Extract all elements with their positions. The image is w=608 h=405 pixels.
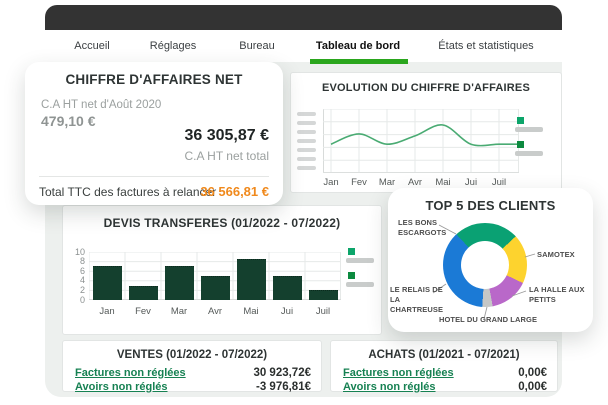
tab-tableau-de-bord[interactable]: Tableau de bord [316, 30, 400, 62]
chiffre-affaires-card: CHIFFRE D'AFFAIRES NET C.A HT net d'Août… [25, 62, 283, 205]
achats-card: ACHATS (01/2021 - 07/2021) Factures non … [330, 340, 558, 393]
avoirs-non-regles-link[interactable]: Avoirs non réglés [343, 381, 436, 393]
bar-avr [200, 276, 230, 300]
ca-month-label: C.A HT net d'Août 2020 [41, 99, 162, 111]
bar-jui [272, 276, 302, 300]
y-tick-label: 0 [79, 294, 85, 305]
tab-etats-et-statistiques[interactable]: États et statistiques [438, 30, 533, 62]
x-tick-label: Jui [464, 177, 478, 188]
card-title: VENTES (01/2022 - 07/2022) [116, 349, 268, 361]
active-tab-underline [310, 59, 408, 64]
evolution-card: EVOLUTION DU CHIFFRE D'AFFAIRES Jan Fev Ma… [290, 72, 562, 193]
client-label-samotex: SAMOTEX [537, 250, 575, 259]
evolution-legend [515, 117, 543, 165]
legend-redacted-text [515, 127, 543, 132]
divider [39, 176, 269, 177]
window-titlebar [45, 5, 562, 30]
legend-swatch [348, 248, 355, 255]
x-tick-label: Fev [351, 177, 367, 188]
evolution-line-chart [323, 109, 519, 173]
avoirs-non-regles-value: 0,00€ [518, 380, 547, 393]
legend-swatch [348, 272, 355, 279]
client-label-le-relais-de-la-chartreuse: LE RELAIS DE LA CHARTREUSE [390, 285, 444, 314]
legend-swatch [517, 141, 524, 148]
legend-redacted-text [515, 151, 543, 156]
factures-non-reglees-value: 0,00€ [518, 366, 547, 379]
legend-swatch [517, 117, 524, 124]
legend-item [515, 141, 543, 156]
ca-total-label: C.A HT net total [184, 149, 270, 163]
bar-jan [92, 266, 122, 300]
y-tick-label: 8 [79, 256, 85, 267]
factures-non-reglees-value: 30 923,72€ [253, 366, 311, 379]
relance-value: 36 566,81 € [200, 184, 269, 199]
achats-row: Factures non réglées 0,00€ [343, 366, 547, 379]
legend-item [346, 248, 374, 263]
card-title: EVOLUTION DU CHIFFRE D'AFFAIRES [321, 82, 531, 94]
achats-row: Avoirs non réglés 0,00€ [343, 380, 547, 393]
client-label-hotel-du-grand-large: HOTEL DU GRAND LARGE [438, 315, 538, 324]
bar-mai [236, 259, 266, 300]
card-title: DEVIS TRANSFERES (01/2022 - 07/2022) [103, 216, 341, 230]
relance-label: Total TTC des factures à relancer [39, 185, 217, 199]
client-label-la-halle-aux-petits: LA HALLE AUX PETITS [529, 285, 585, 304]
x-tick-label: Jan [99, 306, 115, 317]
card-title: CHIFFRE D'AFFAIRES NET [65, 72, 243, 87]
y-tick-label: 2 [79, 284, 85, 295]
x-tick-label: Mar [170, 306, 188, 317]
bar-juil [308, 290, 338, 300]
x-tick-label: Mai [435, 177, 451, 188]
x-tick-label: Jui [280, 306, 294, 317]
client-label-les-bons-escargots: LES BONS ESCARGOTS [398, 218, 447, 237]
legend-redacted-text [346, 258, 374, 263]
tab-bureau[interactable]: Bureau [239, 30, 274, 62]
ventes-row: Factures non réglées 30 923,72€ [75, 366, 311, 379]
x-tick-label: Avr [207, 306, 223, 317]
top5-clients-card: TOP 5 DES CLIENTS LES BONS ESCARGOTS SAM… [388, 188, 593, 332]
ventes-card: VENTES (01/2022 - 07/2022) Factures non … [62, 340, 322, 393]
devis-bar-chart [89, 252, 341, 300]
bar-fev [128, 285, 158, 300]
legend-redacted-text [346, 282, 374, 287]
ventes-row: Avoirs non réglés -3 976,81€ [75, 380, 311, 393]
factures-non-reglees-link[interactable]: Factures non réglées [75, 367, 186, 379]
bar-mar [164, 266, 194, 300]
bar-chart-y-axis: 10 8 6 4 2 0 [65, 247, 85, 304]
x-tick-label: Mar [378, 177, 396, 188]
bar-chart-x-labels: Jan Fev Mar Avr Mai Jui Juil [89, 306, 341, 317]
x-tick-label: Mai [243, 306, 259, 317]
y-axis-redacted-labels [297, 112, 316, 175]
x-tick-label: Jan [323, 177, 339, 188]
ca-total-value: 36 305,87 € [184, 127, 269, 144]
card-title: ACHATS (01/2021 - 07/2021) [368, 349, 520, 361]
x-tick-label: Fev [135, 306, 151, 317]
legend-item [346, 272, 374, 287]
devis-transferes-card: DEVIS TRANSFERES (01/2022 - 07/2022) 10 8… [62, 205, 382, 335]
y-tick-label: 4 [79, 275, 85, 286]
avoirs-non-regles-value: -3 976,81€ [256, 380, 311, 393]
x-tick-label: Juil [491, 177, 507, 188]
nav-tab-bar: Accueil Réglages Bureau Tableau de bord … [45, 30, 562, 64]
tab-reglages[interactable]: Réglages [150, 30, 196, 62]
tab-accueil[interactable]: Accueil [74, 30, 109, 62]
x-tick-label: Juil [315, 306, 331, 317]
avoirs-non-regles-link[interactable]: Avoirs non réglés [75, 381, 168, 393]
factures-non-reglees-link[interactable]: Factures non réglées [343, 367, 454, 379]
ca-month-value: 479,10 € [41, 113, 96, 129]
x-tick-label: Avr [407, 177, 423, 188]
devis-legend [346, 248, 374, 296]
legend-item [515, 117, 543, 132]
dashboard-screenshot: Accueil Réglages Bureau Tableau de bord … [0, 0, 608, 405]
